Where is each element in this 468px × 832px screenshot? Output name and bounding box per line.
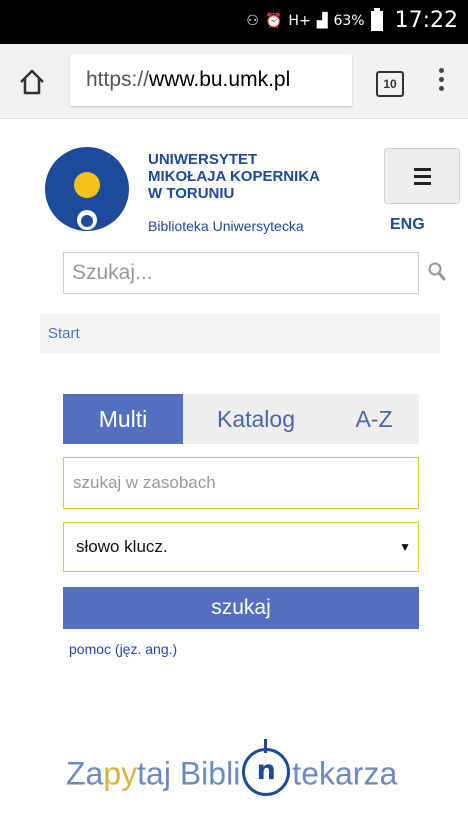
- search-type-value: słowo klucz.: [76, 537, 168, 556]
- battery-icon: [370, 7, 383, 31]
- status-bar: ⚇ ⏰ H+ ▟ 63% 17:22: [0, 0, 468, 44]
- url-scheme: https://: [86, 68, 150, 91]
- search-icon[interactable]: [428, 262, 446, 282]
- tab-switcher-button[interactable]: 10: [376, 71, 404, 97]
- ask-text-part2: taj Bibli: [137, 755, 241, 792]
- catalog-tabs: Multi Katalog A-Z: [63, 394, 419, 444]
- alarm-icon: ⏰: [264, 12, 283, 29]
- overflow-menu-icon[interactable]: [436, 68, 446, 96]
- breadcrumb: Start: [40, 314, 440, 354]
- university-name-line1: UNIWERSYTET: [148, 151, 258, 168]
- url-host: www.bu.umk.pl: [149, 68, 291, 91]
- signal-icon: ▟: [316, 12, 328, 29]
- ask-text-highlight: py: [103, 755, 138, 792]
- breadcrumb-start-link[interactable]: Start: [48, 325, 80, 342]
- menu-button[interactable]: [384, 148, 460, 204]
- university-name[interactable]: UNIWERSYTET MIKOŁAJA KOPERNIKA W TORUNIU: [148, 151, 320, 202]
- network-icon: H+: [288, 12, 311, 29]
- ask-text-part3: tekarza: [292, 755, 398, 792]
- search-type-select[interactable]: słowo klucz. ▼: [63, 522, 419, 572]
- university-name-line2: MIKOŁAJA KOPERNIKA: [148, 168, 320, 185]
- search-submit-button[interactable]: szukaj: [63, 587, 419, 629]
- tab-a-z[interactable]: A-Z: [329, 394, 419, 444]
- url-bar[interactable]: https://www.bu.umk.pl: [70, 54, 352, 106]
- status-icons: ⚇ ⏰ H+ ▟ 63% 17:22: [246, 7, 458, 33]
- ask-text-part1: Za: [66, 755, 104, 792]
- hamburger-bar: [414, 168, 431, 171]
- tab-multi[interactable]: Multi: [63, 394, 183, 444]
- umk-logo[interactable]: [44, 146, 130, 236]
- language-link-eng[interactable]: ENG: [390, 216, 425, 234]
- battery-percent: 63%: [333, 12, 365, 29]
- home-icon[interactable]: [18, 68, 46, 96]
- help-link[interactable]: pomoc (jęz. ang.): [69, 641, 177, 657]
- tab-katalog[interactable]: Katalog: [183, 394, 329, 444]
- site-search-input[interactable]: Szukaj...: [63, 252, 419, 294]
- browser-toolbar: https://www.bu.umk.pl 10: [0, 44, 468, 119]
- badge-letter: n: [256, 755, 276, 786]
- mute-icon: ⚇: [246, 12, 259, 29]
- resource-search-input[interactable]: szukaj w zasobach: [63, 457, 419, 509]
- hamburger-bar: [414, 175, 431, 178]
- ask-librarian-banner[interactable]: Zapytaj Bibli n tekarza: [66, 739, 398, 800]
- hamburger-bar: [414, 182, 431, 185]
- university-name-line3: W TORUNIU: [148, 185, 235, 202]
- librarian-badge-icon: n: [242, 739, 291, 796]
- clock: 17:22: [394, 8, 458, 33]
- library-name[interactable]: Biblioteka Uniwersytecka: [148, 218, 304, 234]
- dropdown-arrow-icon: ▼: [399, 540, 411, 554]
